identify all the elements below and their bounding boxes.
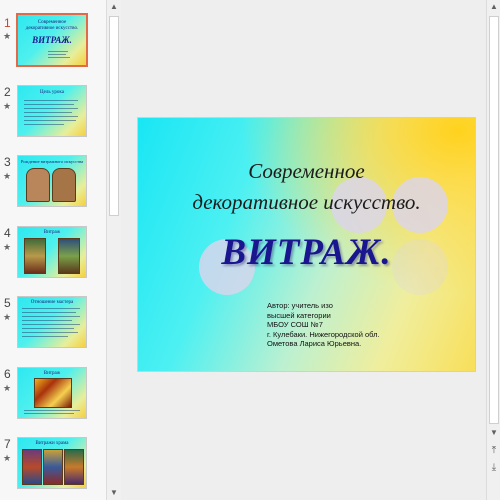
slide-thumbnail-pane: 1 ★ Современное декоративное искусство. … [0,0,106,500]
slide-editing-area: Современное декоративное искусство. ВИТР… [121,0,486,500]
thumbnail-text-line [24,100,78,101]
thumbnail-picture [58,238,80,274]
slide-title-line: декоративное искусство. [192,190,421,214]
next-slide-icon[interactable]: ⤓ [487,460,500,476]
animation-star-icon: ★ [3,171,12,181]
slide-number: 3 [4,155,11,169]
scroll-down-arrow-icon[interactable]: ▼ [487,426,500,440]
author-line: высшей категории [267,310,331,320]
thumbnail-text-line [24,120,76,121]
scroll-up-arrow-icon[interactable]: ▲ [107,0,121,14]
slide-thumbnail-row[interactable]: 1 ★ Современное декоративное искусство. … [0,12,106,74]
slide-thumbnail[interactable]: Витражи храма [17,437,87,489]
slide-number: 2 [4,85,11,99]
slide-thumbnail[interactable]: Отношение мастера [17,296,87,348]
thumbnail-text-line [22,320,72,321]
author-line: Автор: учитель изо [267,301,333,310]
previous-slide-icon[interactable]: ⤒ [487,443,500,459]
slide-thumbnail-row[interactable]: 6 ★ Витраж [0,365,106,427]
thumbnail-title: Витражи храма [35,441,69,446]
slide-headline[interactable]: ВИТРАЖ. [138,231,475,274]
slide-thumbnail[interactable]: Витраж [17,226,87,278]
slide-title[interactable]: Современное декоративное искусство. [138,156,475,218]
scrollbar-thumb[interactable] [109,16,119,216]
thumbnail-text-line [22,332,78,333]
thumbnail-text-line [48,57,70,58]
thumbnail-title: декоративное искусство. [25,26,79,31]
thumbnail-pane-scrollbar[interactable]: ▲ ▼ [106,0,121,500]
thumbnail-picture [34,378,72,408]
slide-number: 6 [4,367,11,381]
thumbnail-picture [26,168,50,202]
slide-number: 5 [4,296,11,310]
thumbnail-picture [24,238,46,274]
thumbnail-text-line [24,124,64,125]
thumbnail-picture [52,168,76,202]
animation-star-icon: ★ [3,101,12,111]
thumbnail-text-line [22,324,80,325]
animation-star-icon: ★ [3,242,12,252]
thumbnail-text-line [24,410,80,411]
thumbnail-picture [22,449,42,485]
thumbnail-text-line [22,328,74,329]
slide-canvas[interactable]: Современное декоративное искусство. ВИТР… [138,118,475,371]
thumbnail-title: Витраж [43,230,61,235]
thumbnail-text-line [24,112,72,113]
scroll-up-arrow-icon[interactable]: ▲ [487,0,500,14]
editor-vertical-scrollbar[interactable]: ▲ ▼ ⤒ ⤓ [486,0,500,500]
slide-thumbnail[interactable]: Витраж [17,367,87,419]
slide-number: 7 [4,437,11,451]
slide-thumbnail-row[interactable]: 5 ★ Отношение мастера [0,294,106,356]
thumbnail-picture [43,449,63,485]
thumbnail-text-line [24,108,78,109]
slide-thumbnail-row[interactable]: 3 ★ Рождение витражного искусства [0,153,106,215]
thumbnail-text-line [22,336,68,337]
animation-star-icon: ★ [3,31,12,41]
thumbnail-text-line [48,54,66,55]
slide-number: 1 [4,16,11,30]
author-text-box[interactable]: Автор: учитель изо высшей категории МБОУ… [267,301,380,349]
animation-star-icon: ★ [3,383,12,393]
author-line: МБОУ СОШ №7 [267,320,323,329]
slide-thumbnail[interactable]: Цель урока [17,85,87,137]
thumbnail-text-line [24,104,74,105]
slide-number: 4 [4,226,11,240]
scroll-down-arrow-icon[interactable]: ▼ [107,486,121,500]
thumbnail-text-line [48,51,68,52]
thumbnail-text-line [24,413,74,414]
thumbnail-text-line [22,308,80,309]
animation-star-icon: ★ [3,312,12,322]
author-line: Ометова Лариса Юрьевна. [267,339,362,348]
slide-thumbnail[interactable]: Современное декоративное искусство. ВИТР… [16,13,88,67]
thumbnail-text-line [22,312,76,313]
thumbnail-title: Цель урока [40,90,64,95]
thumbnail-title: Отношение мастера [30,300,74,305]
slide-title-line: Современное [248,159,365,183]
thumbnail-title: Витраж [43,371,61,376]
author-line: г. Кулебаки. Нижегородской обл. [267,329,380,339]
scrollbar-thumb[interactable] [489,16,499,424]
thumbnail-text-line [24,116,78,117]
thumbnail-headline: ВИТРАЖ. [32,35,72,45]
slide-thumbnail-row[interactable]: 7 ★ Витражи храма [0,435,106,497]
thumbnail-title: Рождение витражного искусства [20,159,84,164]
slide-thumbnail[interactable]: Рождение витражного искусства [17,155,87,207]
thumbnail-text-line [22,316,80,317]
thumbnail-picture [64,449,84,485]
animation-star-icon: ★ [3,453,12,463]
slide-thumbnail-row[interactable]: 4 ★ Витраж [0,224,106,286]
slide-thumbnail-row[interactable]: 2 ★ Цель урока [0,83,106,145]
